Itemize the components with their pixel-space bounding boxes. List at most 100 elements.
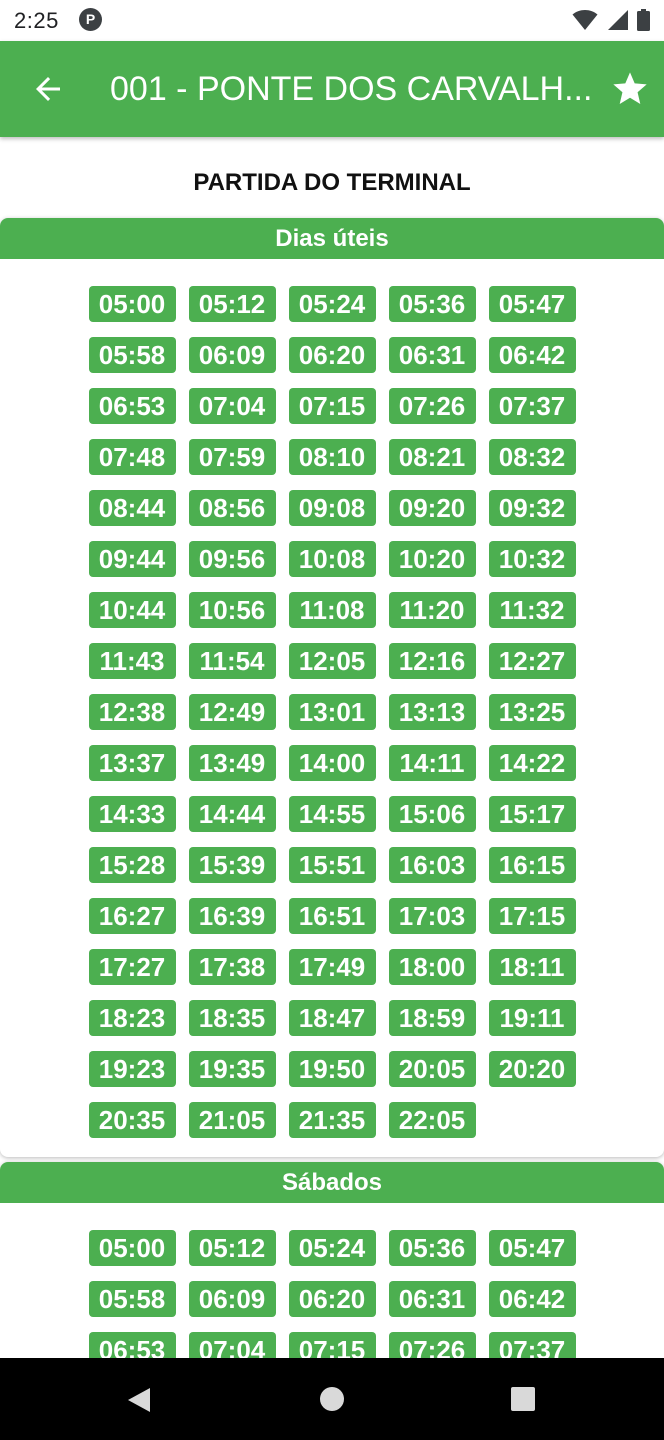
departure-time-chip[interactable]: 16:51 xyxy=(288,898,376,934)
departure-time-chip[interactable]: 15:39 xyxy=(188,847,276,883)
departure-time-chip[interactable]: 15:28 xyxy=(88,847,176,883)
departure-time-chip[interactable]: 13:37 xyxy=(88,745,176,781)
departure-time-chip[interactable]: 17:03 xyxy=(388,898,476,934)
departure-time-chip[interactable]: 05:58 xyxy=(88,337,176,373)
departure-time-chip[interactable]: 05:24 xyxy=(288,1230,376,1266)
departure-time-chip[interactable]: 08:21 xyxy=(388,439,476,475)
departure-time-chip[interactable]: 09:08 xyxy=(288,490,376,526)
departure-time-chip[interactable]: 14:44 xyxy=(188,796,276,832)
favorite-button[interactable] xyxy=(610,69,650,109)
departure-time-chip[interactable]: 14:00 xyxy=(288,745,376,781)
departure-time-chip[interactable]: 07:15 xyxy=(288,388,376,424)
departure-time-chip[interactable]: 19:35 xyxy=(188,1051,276,1087)
departure-time-chip[interactable]: 13:25 xyxy=(488,694,576,730)
departure-time-chip[interactable]: 07:37 xyxy=(488,388,576,424)
departure-time-chip[interactable]: 21:05 xyxy=(188,1102,276,1138)
departure-time-chip[interactable]: 06:31 xyxy=(388,1281,476,1317)
departure-time-chip[interactable]: 15:51 xyxy=(288,847,376,883)
departure-time-chip[interactable]: 07:26 xyxy=(388,1332,476,1358)
departure-time-chip[interactable]: 11:54 xyxy=(188,643,276,679)
back-button[interactable] xyxy=(30,71,66,107)
departure-time-chip[interactable]: 11:20 xyxy=(388,592,476,628)
departure-time-chip[interactable]: 17:38 xyxy=(188,949,276,985)
departure-time-chip[interactable]: 08:44 xyxy=(88,490,176,526)
departure-time-chip[interactable]: 16:15 xyxy=(488,847,576,883)
departure-time-chip[interactable]: 06:42 xyxy=(488,1281,576,1317)
nav-home-button[interactable] xyxy=(319,1386,345,1417)
departure-time-chip[interactable]: 18:59 xyxy=(388,1000,476,1036)
departure-time-chip[interactable]: 22:05 xyxy=(388,1102,476,1138)
departure-time-chip[interactable]: 07:04 xyxy=(188,388,276,424)
departure-time-chip[interactable]: 07:59 xyxy=(188,439,276,475)
departure-time-chip[interactable]: 06:20 xyxy=(288,1281,376,1317)
departure-time-chip[interactable]: 19:11 xyxy=(488,1000,576,1036)
departure-time-chip[interactable]: 09:20 xyxy=(388,490,476,526)
departure-time-chip[interactable]: 14:55 xyxy=(288,796,376,832)
departure-time-chip[interactable]: 05:12 xyxy=(188,1230,276,1266)
departure-time-chip[interactable]: 14:33 xyxy=(88,796,176,832)
departure-time-chip[interactable]: 14:11 xyxy=(388,745,476,781)
departure-time-chip[interactable]: 06:31 xyxy=(388,337,476,373)
departure-time-chip[interactable]: 08:56 xyxy=(188,490,276,526)
departure-time-chip[interactable]: 17:27 xyxy=(88,949,176,985)
departure-time-chip[interactable]: 06:53 xyxy=(88,388,176,424)
departure-time-chip[interactable]: 07:15 xyxy=(288,1332,376,1358)
departure-time-chip[interactable]: 19:23 xyxy=(88,1051,176,1087)
departure-time-chip[interactable]: 07:48 xyxy=(88,439,176,475)
departure-time-chip[interactable]: 14:22 xyxy=(488,745,576,781)
departure-time-chip[interactable]: 18:47 xyxy=(288,1000,376,1036)
departure-time-chip[interactable]: 05:00 xyxy=(88,286,176,322)
departure-time-chip[interactable]: 16:03 xyxy=(388,847,476,883)
departure-time-chip[interactable]: 10:32 xyxy=(488,541,576,577)
nav-recents-button[interactable] xyxy=(510,1386,536,1417)
departure-time-chip[interactable]: 05:47 xyxy=(488,286,576,322)
departure-time-chip[interactable]: 10:44 xyxy=(88,592,176,628)
departure-time-chip[interactable]: 05:00 xyxy=(88,1230,176,1266)
departure-time-chip[interactable]: 18:11 xyxy=(488,949,576,985)
departure-time-chip[interactable]: 08:10 xyxy=(288,439,376,475)
departure-time-chip[interactable]: 21:35 xyxy=(288,1102,376,1138)
departure-time-chip[interactable]: 16:39 xyxy=(188,898,276,934)
departure-time-chip[interactable]: 06:42 xyxy=(488,337,576,373)
departure-time-chip[interactable]: 19:50 xyxy=(288,1051,376,1087)
departure-time-chip[interactable]: 06:53 xyxy=(88,1332,176,1358)
departure-time-chip[interactable]: 12:38 xyxy=(88,694,176,730)
departure-time-chip[interactable]: 07:04 xyxy=(188,1332,276,1358)
departure-time-chip[interactable]: 10:56 xyxy=(188,592,276,628)
departure-time-chip[interactable]: 13:49 xyxy=(188,745,276,781)
departure-time-chip[interactable]: 09:56 xyxy=(188,541,276,577)
schedule-content[interactable]: PARTIDA DO TERMINAL Dias úteis 05:00 05:1… xyxy=(0,137,664,1358)
departure-time-chip[interactable]: 08:32 xyxy=(488,439,576,475)
departure-time-chip[interactable]: 13:13 xyxy=(388,694,476,730)
departure-time-chip[interactable]: 16:27 xyxy=(88,898,176,934)
departure-time-chip[interactable]: 09:32 xyxy=(488,490,576,526)
departure-time-chip[interactable]: 12:16 xyxy=(388,643,476,679)
departure-time-chip[interactable]: 11:43 xyxy=(88,643,176,679)
departure-time-chip[interactable]: 17:49 xyxy=(288,949,376,985)
departure-time-chip[interactable]: 11:08 xyxy=(288,592,376,628)
departure-time-chip[interactable]: 18:35 xyxy=(188,1000,276,1036)
departure-time-chip[interactable]: 05:58 xyxy=(88,1281,176,1317)
departure-time-chip[interactable]: 05:36 xyxy=(388,1230,476,1266)
departure-time-chip[interactable]: 07:37 xyxy=(488,1332,576,1358)
departure-time-chip[interactable]: 07:26 xyxy=(388,388,476,424)
departure-time-chip[interactable]: 12:05 xyxy=(288,643,376,679)
departure-time-chip[interactable]: 15:06 xyxy=(388,796,476,832)
departure-time-chip[interactable]: 13:01 xyxy=(288,694,376,730)
nav-back-button[interactable] xyxy=(126,1386,152,1419)
departure-time-chip[interactable]: 15:17 xyxy=(488,796,576,832)
departure-time-chip[interactable]: 12:27 xyxy=(488,643,576,679)
departure-time-chip[interactable]: 06:20 xyxy=(288,337,376,373)
departure-time-chip[interactable]: 05:24 xyxy=(288,286,376,322)
departure-time-chip[interactable]: 10:20 xyxy=(388,541,476,577)
departure-time-chip[interactable]: 11:32 xyxy=(488,592,576,628)
departure-time-chip[interactable]: 05:36 xyxy=(388,286,476,322)
departure-time-chip[interactable]: 06:09 xyxy=(188,337,276,373)
departure-time-chip[interactable]: 05:47 xyxy=(488,1230,576,1266)
departure-time-chip[interactable]: 09:44 xyxy=(88,541,176,577)
departure-time-chip[interactable]: 20:20 xyxy=(488,1051,576,1087)
departure-time-chip[interactable]: 12:49 xyxy=(188,694,276,730)
departure-time-chip[interactable]: 20:35 xyxy=(88,1102,176,1138)
departure-time-chip[interactable]: 20:05 xyxy=(388,1051,476,1087)
departure-time-chip[interactable]: 17:15 xyxy=(488,898,576,934)
